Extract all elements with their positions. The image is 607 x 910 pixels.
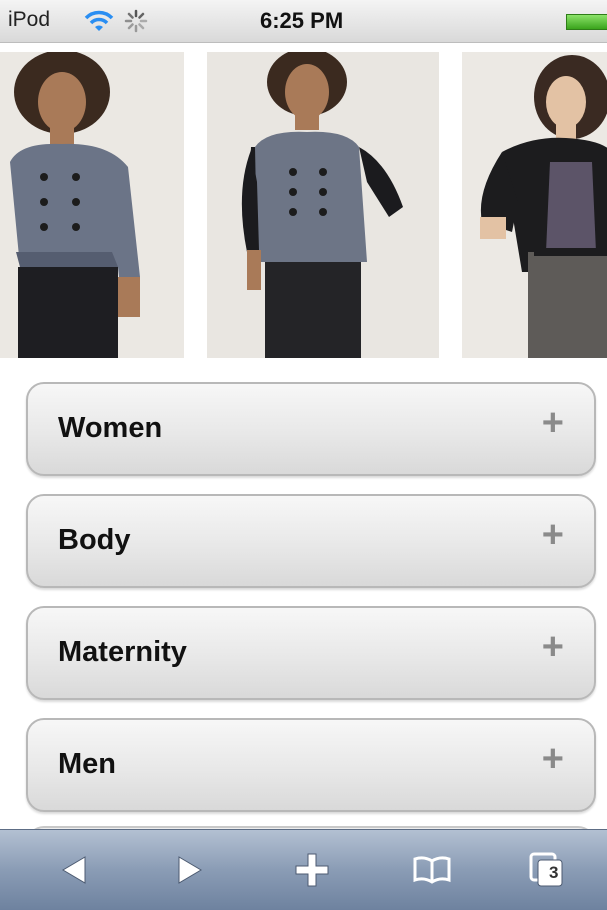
book-icon xyxy=(413,856,451,884)
model-colorblock-jacket-photo[interactable] xyxy=(207,52,439,358)
category-label: Maternity xyxy=(58,636,187,668)
back-button[interactable] xyxy=(34,830,114,910)
bookmarks-button[interactable] xyxy=(392,830,472,910)
wifi-icon xyxy=(84,10,114,31)
category-maternity-button[interactable]: Maternity + xyxy=(26,606,596,700)
status-bar: iPod 6:25 PM xyxy=(0,0,607,43)
category-label: Body xyxy=(58,524,131,556)
pages-icon xyxy=(529,852,563,887)
forward-arrow-icon xyxy=(178,856,202,884)
back-arrow-icon xyxy=(62,856,86,884)
forward-button[interactable] xyxy=(150,830,230,910)
product-carousel[interactable] xyxy=(0,46,607,364)
battery-icon xyxy=(566,14,607,30)
category-men-button[interactable]: Men + xyxy=(26,718,596,812)
tabs-button[interactable]: 3 xyxy=(507,830,587,910)
plus-icon: + xyxy=(541,626,564,668)
tab-count-label: 3 xyxy=(549,863,559,882)
category-body-button[interactable]: Body + xyxy=(26,494,596,588)
clock: 6:25 PM xyxy=(260,8,344,33)
model-gray-jacket-photo[interactable] xyxy=(0,52,184,358)
model-black-blazer-photo[interactable] xyxy=(462,52,607,358)
browser-toolbar: 3 xyxy=(0,829,607,910)
carrier-label: iPod xyxy=(8,8,51,31)
activity-spinner-icon xyxy=(124,9,148,33)
plus-icon: + xyxy=(541,402,564,444)
category-label: Men xyxy=(58,748,116,780)
category-women-button[interactable]: Women + xyxy=(26,382,596,476)
plus-icon: + xyxy=(541,738,564,780)
category-label: Women xyxy=(58,412,163,444)
plus-icon: + xyxy=(541,514,564,556)
add-bookmark-button[interactable] xyxy=(272,830,352,910)
plus-icon xyxy=(295,853,329,887)
